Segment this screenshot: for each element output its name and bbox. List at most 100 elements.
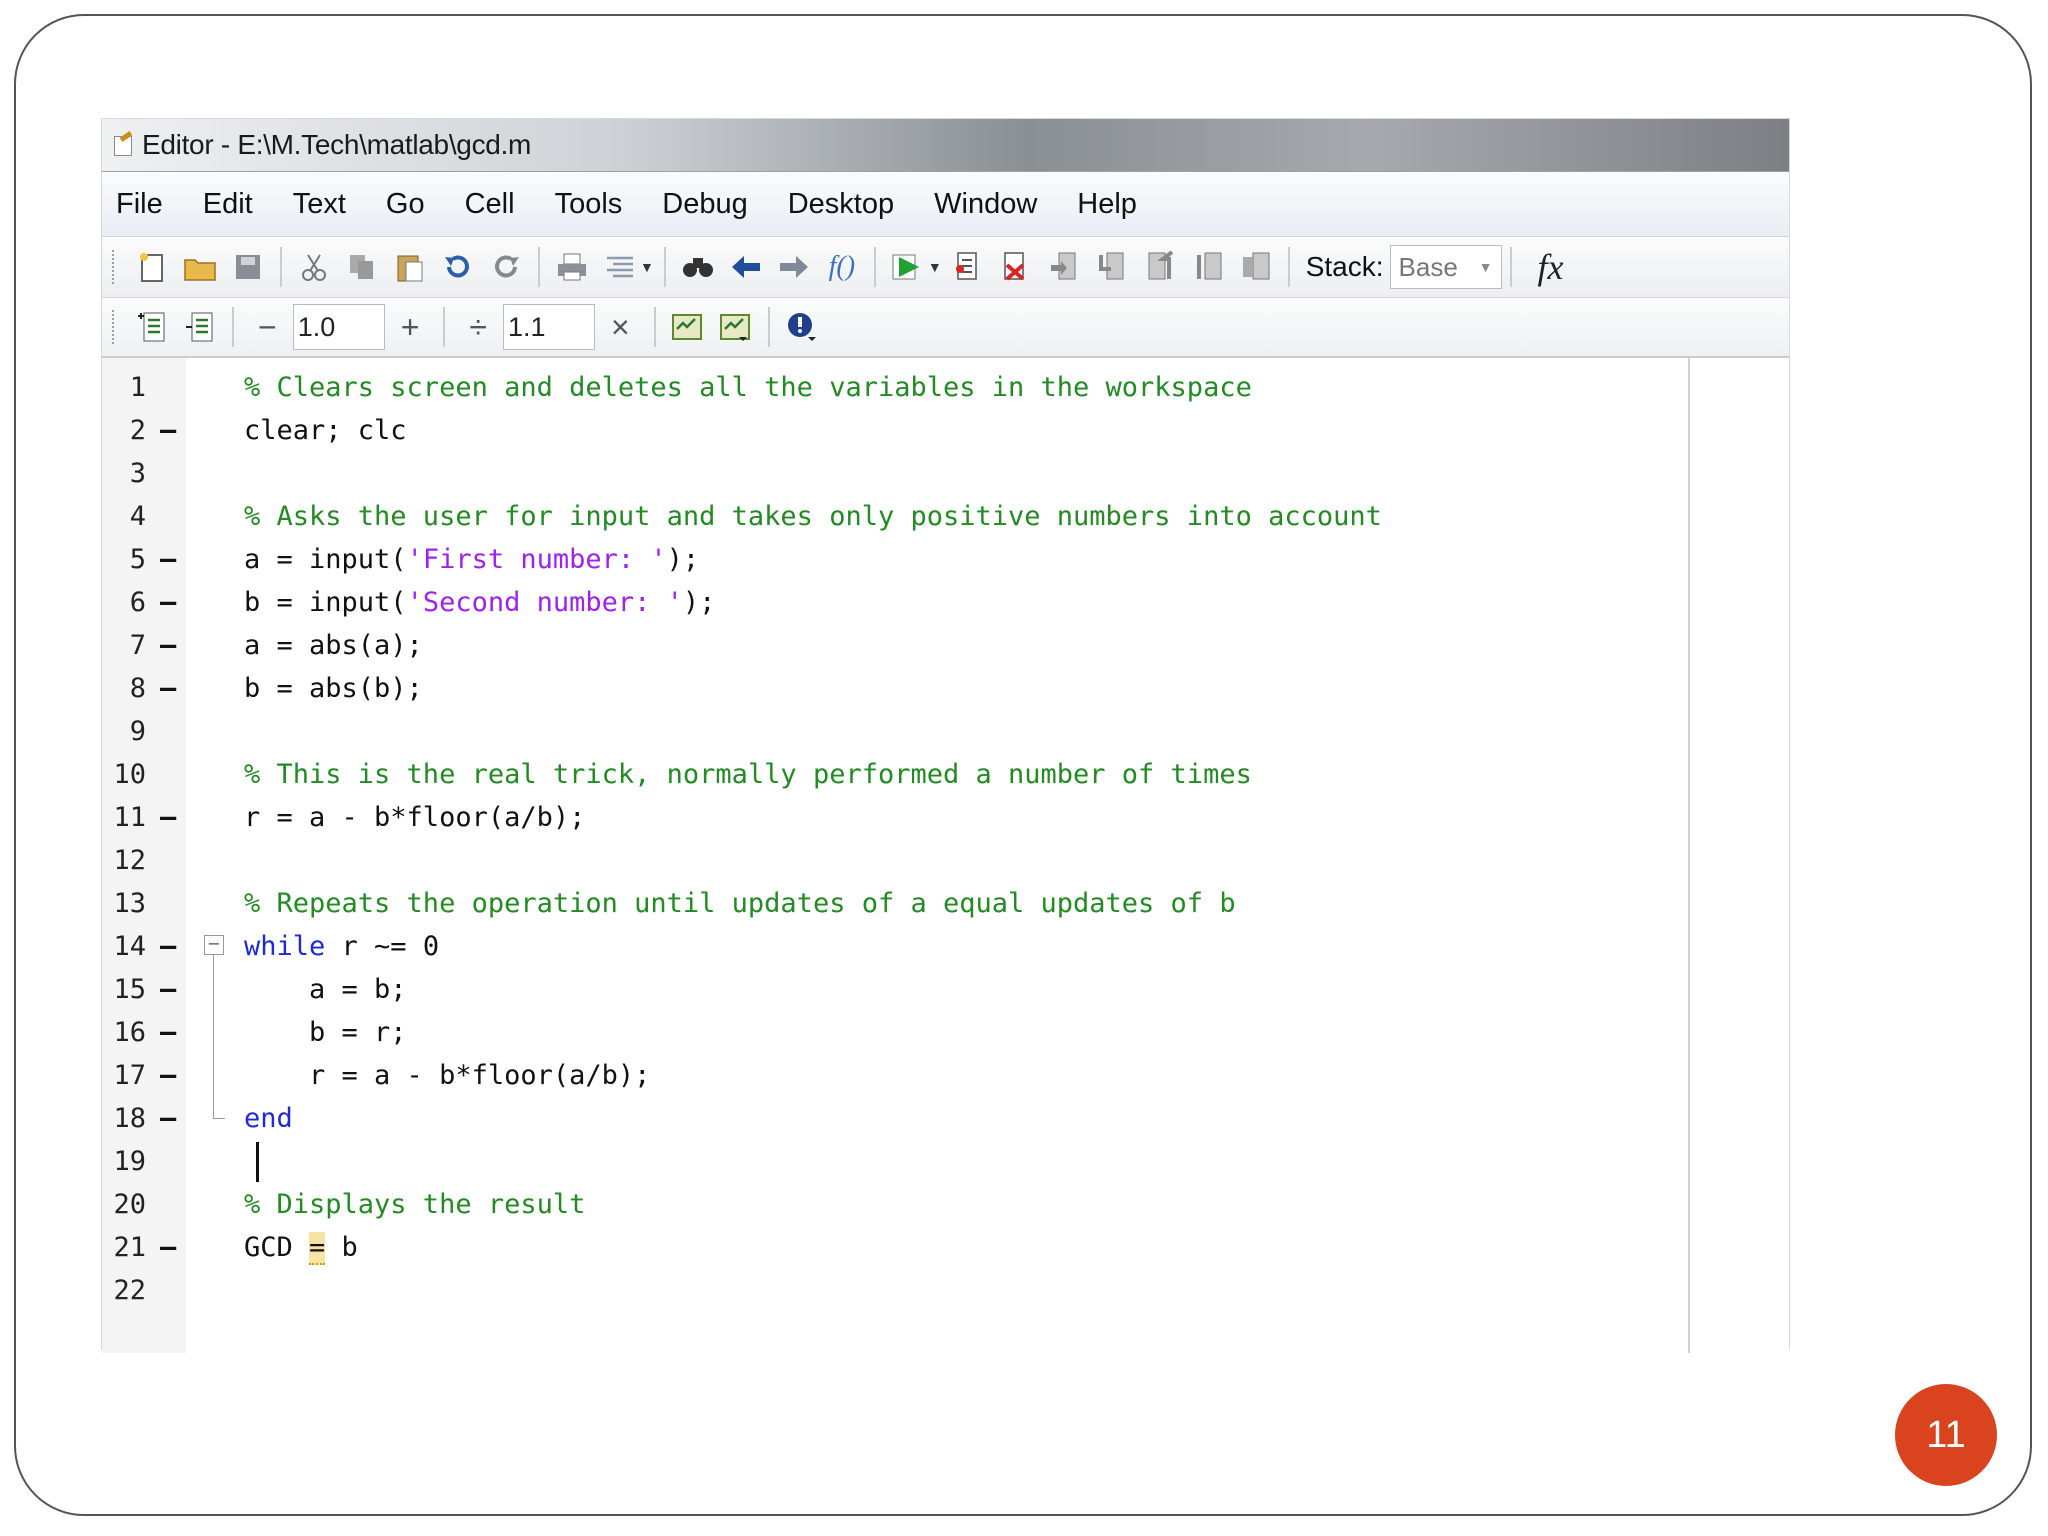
multiply-button[interactable]: × — [611, 309, 630, 346]
code-line[interactable]: 2 — clear; clc — [102, 409, 1789, 452]
toolbar-grip[interactable] — [112, 310, 118, 344]
eval-cell-advance-icon[interactable] — [719, 310, 753, 344]
run-dropdown-caret[interactable]: ▼ — [928, 259, 942, 275]
code-line[interactable]: 19 — [102, 1140, 1789, 1183]
code-line[interactable]: 14— − while r ~= 0 — [102, 925, 1789, 968]
stack-dropdown[interactable]: Base ▼ — [1389, 245, 1502, 289]
executable-line-marker[interactable]: — — [160, 1060, 188, 1091]
toolbar-separator — [873, 247, 876, 287]
menu-go[interactable]: Go — [386, 188, 425, 221]
code-line[interactable]: 17 — r = a - b*floor(a/b); — [102, 1054, 1789, 1097]
line-number: 12 — [113, 845, 146, 876]
fold-space — [188, 839, 244, 882]
fx-function-browser-button[interactable]: fx — [1538, 246, 1564, 288]
menu-cell[interactable]: Cell — [465, 188, 515, 221]
code-line[interactable]: 1 % Clears screen and deletes all the va… — [102, 366, 1789, 409]
step-in-icon[interactable] — [1095, 250, 1129, 284]
title-bar: Editor - E:\M.Tech\matlab\gcd.m — [102, 119, 1789, 172]
comment-icon[interactable] — [603, 250, 637, 284]
code-line[interactable]: 22 — [102, 1269, 1789, 1312]
code-line[interactable]: 21 — GCD = b — [102, 1226, 1789, 1269]
run-icon[interactable] — [891, 250, 925, 284]
code-line[interactable]: 15— a = b; — [102, 968, 1789, 1011]
code-line[interactable]: 9 — [102, 710, 1789, 753]
breakpoint-clear-icon[interactable] — [999, 250, 1033, 284]
menu-window[interactable]: Window — [934, 188, 1037, 221]
increment-button[interactable]: + — [401, 309, 420, 346]
function-icon[interactable]: f() — [825, 250, 859, 284]
code-line[interactable]: 6 — b = input('Second number: '); — [102, 581, 1789, 624]
exit-debug-icon[interactable] — [1239, 250, 1273, 284]
cut-icon[interactable] — [297, 250, 331, 284]
open-folder-icon[interactable] — [183, 250, 217, 284]
menu-tools[interactable]: Tools — [555, 188, 623, 221]
executable-line-marker[interactable]: — — [160, 673, 188, 704]
fold-space — [188, 1183, 244, 1226]
code-line[interactable]: 16— b = r; — [102, 1011, 1789, 1054]
code-line[interactable]: 8 — b = abs(b); — [102, 667, 1789, 710]
save-icon[interactable] — [231, 250, 265, 284]
executable-line-marker[interactable]: — — [160, 802, 188, 833]
menu-desktop[interactable]: Desktop — [788, 188, 894, 221]
executable-line-marker[interactable]: — — [160, 1103, 188, 1134]
undo-icon[interactable] — [441, 250, 475, 284]
eval-cell-icon[interactable] — [671, 310, 705, 344]
slide-page-number: 11 — [1895, 1384, 1997, 1486]
fold-space — [188, 495, 244, 538]
executable-line-marker[interactable]: — — [160, 415, 188, 446]
executable-line-marker[interactable]: — — [160, 587, 188, 618]
code-line[interactable]: 12 — [102, 839, 1789, 882]
executable-line-marker[interactable]: — — [160, 931, 188, 962]
step-out-icon[interactable] — [1143, 250, 1177, 284]
menu-edit[interactable]: Edit — [203, 188, 253, 221]
paste-icon[interactable] — [393, 250, 427, 284]
back-icon[interactable] — [729, 250, 763, 284]
cell-mode-icon[interactable] — [183, 310, 217, 344]
menu-text[interactable]: Text — [293, 188, 346, 221]
executable-line-marker[interactable]: — — [160, 974, 188, 1005]
chevron-down-icon: ▼ — [1478, 259, 1493, 275]
menu-help[interactable]: Help — [1077, 188, 1137, 221]
code-comment: % Repeats the operation until updates of… — [244, 888, 1236, 919]
toolbar-grip[interactable] — [112, 250, 118, 284]
comment-dropdown-caret[interactable]: ▼ — [640, 259, 654, 275]
fold-space — [188, 882, 244, 925]
fold-collapse-icon[interactable]: − — [204, 935, 224, 955]
line-number: 5 — [129, 544, 146, 575]
continue-icon[interactable] — [1191, 250, 1225, 284]
code-line[interactable]: 7 — a = abs(a); — [102, 624, 1789, 667]
mlint-warning-highlight[interactable]: = — [309, 1232, 326, 1265]
step-icon[interactable] — [1047, 250, 1081, 284]
executable-line-marker[interactable]: — — [160, 630, 188, 661]
insert-cell-icon[interactable] — [135, 310, 169, 344]
code-line[interactable]: 4 % Asks the user for input and takes on… — [102, 495, 1789, 538]
code-line[interactable]: 5 — a = input('First number: '); — [102, 538, 1789, 581]
copy-icon[interactable] — [345, 250, 379, 284]
executable-line-marker[interactable]: — — [160, 544, 188, 575]
breakpoint-set-icon[interactable] — [951, 250, 985, 284]
code-line[interactable]: 11 — r = a - b*floor(a/b); — [102, 796, 1789, 839]
toolbar-separator — [280, 247, 282, 287]
executable-line-marker[interactable]: — — [160, 1017, 188, 1048]
executable-line-marker[interactable]: — — [160, 1232, 188, 1263]
code-part: b = input( — [244, 587, 407, 618]
divide-button[interactable]: ÷ — [469, 309, 487, 346]
help-icon[interactable] — [785, 310, 819, 344]
forward-icon[interactable] — [777, 250, 811, 284]
code-text: b = input('Second number: '); — [244, 587, 715, 618]
code-line[interactable]: 13 % Repeats the operation until updates… — [102, 882, 1789, 925]
menu-file[interactable]: File — [116, 188, 163, 221]
menu-debug[interactable]: Debug — [662, 188, 747, 221]
decrement-button[interactable]: − — [258, 309, 277, 346]
code-line[interactable]: 3 — [102, 452, 1789, 495]
code-line[interactable]: 10 % This is the real trick, normally pe… — [102, 753, 1789, 796]
code-line[interactable]: 20 % Displays the result — [102, 1183, 1789, 1226]
new-file-icon[interactable] — [135, 250, 169, 284]
redo-icon[interactable] — [489, 250, 523, 284]
decrement-value-field[interactable] — [292, 304, 385, 350]
code-line[interactable]: 18— end — [102, 1097, 1789, 1140]
find-icon[interactable] — [681, 250, 715, 284]
divide-value-field[interactable] — [502, 304, 595, 350]
code-editor[interactable]: 1 % Clears screen and deletes all the va… — [102, 358, 1789, 1353]
print-icon[interactable] — [555, 250, 589, 284]
